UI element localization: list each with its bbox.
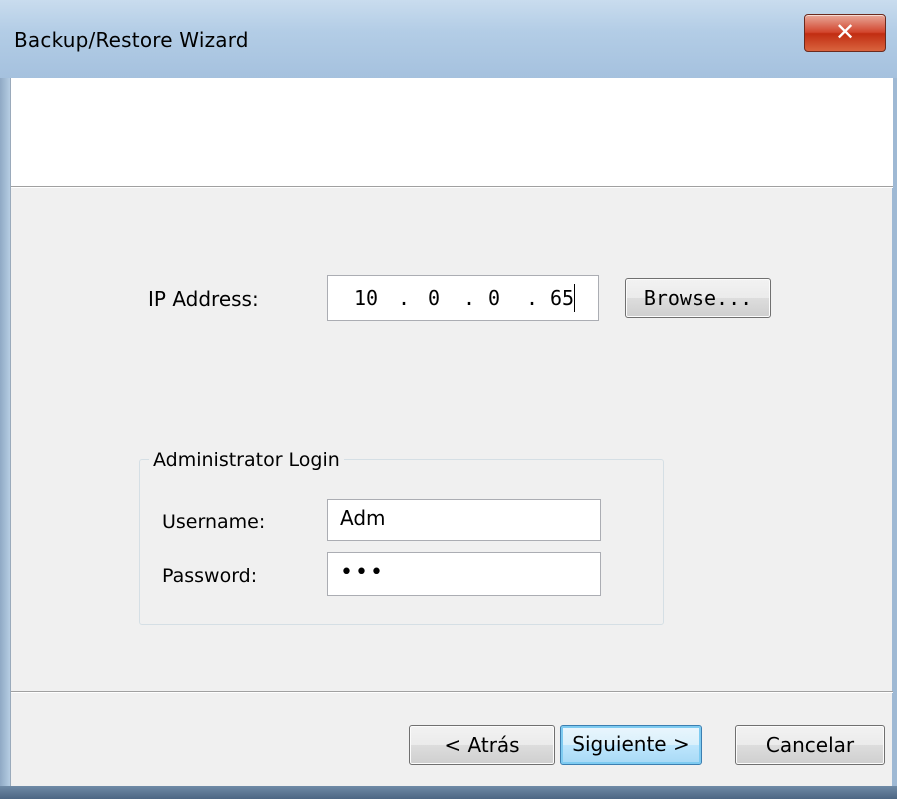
window-title: Backup/Restore Wizard — [14, 28, 249, 52]
next-button[interactable]: Siguiente > — [560, 725, 702, 765]
close-button[interactable]: ✕ — [804, 14, 886, 52]
ip-address-input[interactable]: 10 . 0 . 0 . 65 — [327, 275, 599, 321]
ip-separator: . — [463, 286, 476, 310]
title-bar[interactable]: Backup/Restore Wizard ✕ — [0, 0, 897, 79]
footer-divider — [11, 691, 893, 692]
password-field[interactable]: ••• — [327, 552, 601, 596]
text-caret — [574, 284, 575, 312]
username-label: Username: — [162, 511, 266, 533]
ip-separator: . — [526, 286, 539, 310]
ip-octet-3[interactable]: 0 — [488, 286, 500, 310]
ip-octet-2[interactable]: 0 — [428, 286, 440, 310]
password-label: Password: — [162, 565, 258, 587]
ip-octet-4[interactable]: 65 — [550, 286, 574, 310]
browse-button[interactable]: Browse... — [625, 278, 771, 318]
window-bottom-border — [0, 786, 897, 799]
ip-octet-1[interactable]: 10 — [354, 286, 378, 310]
ip-address-label: IP Address: — [148, 287, 259, 311]
wizard-client-area: IP Address: 10 . 0 . 0 . 65 Browse... Ad… — [10, 78, 893, 786]
username-field[interactable]: Adm — [327, 499, 601, 541]
ip-separator: . — [398, 286, 411, 310]
admin-login-groupbox — [139, 459, 664, 625]
close-icon: ✕ — [834, 18, 856, 46]
wizard-header-band — [11, 78, 893, 188]
wizard-window: Backup/Restore Wizard ✕ IP Address: 10 .… — [0, 0, 897, 799]
admin-login-group-label: Administrator Login — [149, 449, 344, 471]
window-left-border — [0, 78, 10, 786]
cancel-button[interactable]: Cancelar — [735, 725, 885, 765]
back-button[interactable]: < Atrás — [409, 725, 555, 765]
